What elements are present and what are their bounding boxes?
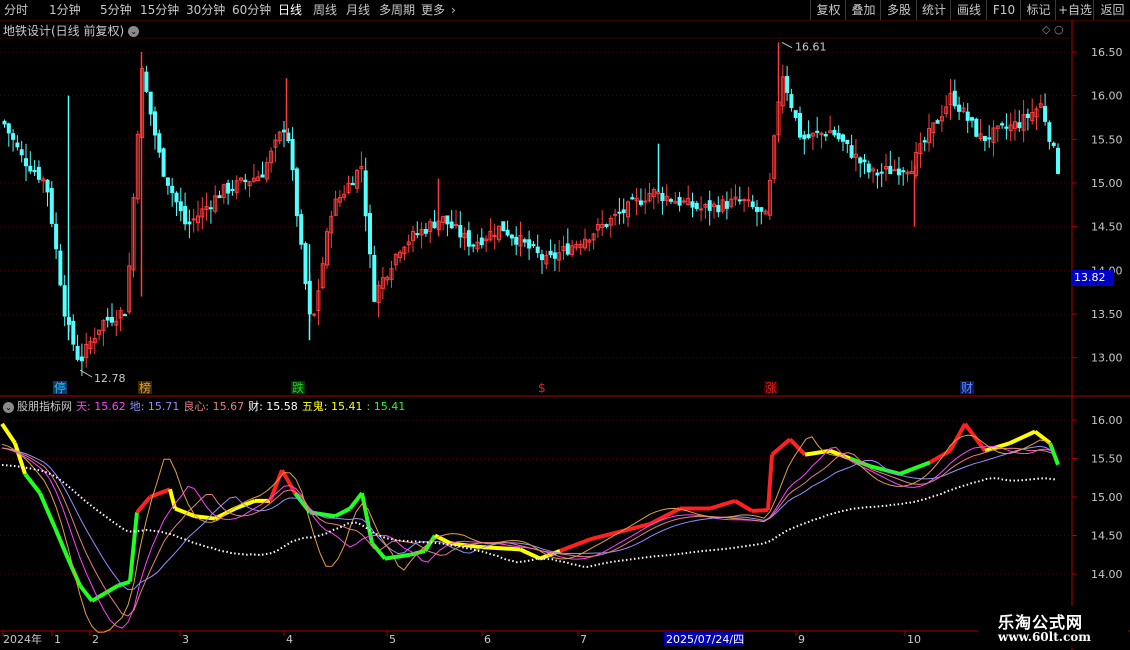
time-label-2: 2 xyxy=(92,633,99,646)
earth-line xyxy=(1,445,1053,591)
main-line-seg-19 xyxy=(268,469,284,502)
watermark-url: www.60lt.com xyxy=(998,630,1091,644)
current-price-tag: 13.82 xyxy=(1071,270,1114,286)
candlesticks: 16.61 12.78 停 榜 跌 $ 涨 财 xyxy=(2,40,1060,395)
time-label-7: 7 xyxy=(580,633,587,646)
main-line-seg-43 xyxy=(766,454,774,511)
main-line-seg-26 xyxy=(370,541,387,560)
main-line-seg-32 xyxy=(479,545,521,552)
ind-tick-label-3: 14.50 xyxy=(1091,530,1123,543)
main-line-seg-23 xyxy=(334,506,351,519)
indicator-name: 股朋指标网 xyxy=(17,400,72,413)
ind-tick-label-0: 16.00 xyxy=(1091,414,1123,427)
time-label-9: 10 xyxy=(907,633,921,646)
main-line-seg-42 xyxy=(751,508,769,513)
main-line-seg-55 xyxy=(1009,429,1036,445)
main-line-seg-50 xyxy=(899,460,931,476)
indicator-value-2: 良心: 15.67 xyxy=(183,400,245,413)
main-tick-label-4: 14.50 xyxy=(1091,221,1123,234)
main-line-seg-33 xyxy=(519,547,541,561)
main-tick-label-3: 15.00 xyxy=(1091,177,1123,190)
main-line-seg-11 xyxy=(135,495,152,514)
main-line-seg-36 xyxy=(589,529,621,542)
main-line-seg-27 xyxy=(384,552,411,561)
main-line-seg-40 xyxy=(709,498,736,511)
main-panel-title: 地铁设计(日线 前复权) xyxy=(3,24,125,38)
indicator-chevron-icon[interactable]: ⌄ xyxy=(3,401,14,413)
main-tick-label-0: 16.50 xyxy=(1091,46,1123,59)
indicator-value-1: 地: 15.71 xyxy=(129,400,180,413)
chevron-down-icon[interactable]: ⌄ xyxy=(128,26,140,37)
main-panel-header: 地铁设计(日线 前复权) ⌄ xyxy=(3,22,140,39)
main-line-seg-44 xyxy=(770,437,792,457)
stock-chart[interactable]: 16.61 12.78 停 榜 跌 $ 涨 财 16.50 16.00 15.50 15.00 14.… xyxy=(0,0,1130,650)
time-label-8: 9 xyxy=(798,633,805,646)
time-label-6: 6 xyxy=(484,633,491,646)
grid-lines xyxy=(0,20,1130,650)
marker-2: 跌 xyxy=(292,380,304,395)
main-line-seg-6 xyxy=(78,584,94,603)
indicator-lines xyxy=(0,422,1060,633)
main-line-seg-35 xyxy=(559,537,591,553)
marker-4: 涨 xyxy=(765,380,777,395)
orange-line xyxy=(1,434,1053,633)
main-tick-label-2: 15.50 xyxy=(1091,133,1123,146)
main-tick-label-6: 13.50 xyxy=(1091,308,1123,321)
indicator-value-3: 财: 15.58 xyxy=(248,400,298,413)
time-label-3: 3 xyxy=(182,633,189,646)
time-label-1: 1 xyxy=(54,633,61,646)
main-line-seg-57 xyxy=(1048,442,1060,466)
marker-1: 榜 xyxy=(139,380,151,395)
main-line-seg-0 xyxy=(0,422,17,445)
high-pointer xyxy=(781,41,793,49)
indicator-value-0: 天: 15.62 xyxy=(76,400,126,413)
ind-tick-label-2: 15.00 xyxy=(1091,491,1123,504)
marker-0: 停 xyxy=(54,380,66,395)
indicator-header: ⌄ 股朋指标网 天: 15.62 地: 15.71 良心: 15.67 财: 15.58 五… xyxy=(3,398,409,414)
time-label-4: 4 xyxy=(286,633,293,646)
high-price-label: 16.61 xyxy=(795,40,827,53)
ind-tick-label-1: 15.50 xyxy=(1091,453,1123,466)
main-line-seg-29 xyxy=(423,534,437,552)
main-tick-label-1: 16.00 xyxy=(1091,90,1123,103)
main-line-seg-41 xyxy=(733,499,754,513)
diamond-icon[interactable]: ◇ ○ xyxy=(1042,23,1064,36)
ind-tick-label-4: 14.00 xyxy=(1091,568,1123,581)
main-line-seg-52 xyxy=(948,422,967,452)
low-price-label: 12.78 xyxy=(94,372,126,385)
indicator-value-4: 五鬼: 15.41 xyxy=(301,400,363,413)
marker-5: 财 xyxy=(961,381,973,395)
crosshair-date: 2025/07/24/四 xyxy=(666,633,744,646)
marker-3: $ xyxy=(538,381,546,395)
indicator-value-5: : 15.41 xyxy=(366,400,406,413)
axes: 16.50 16.00 15.50 15.00 14.50 14.00 13.50 13.00… xyxy=(2,46,1123,646)
main-line-seg-2 xyxy=(23,472,42,495)
time-label-0: 2024年 xyxy=(3,632,42,646)
main-tick-label-7: 13.00 xyxy=(1091,352,1123,365)
time-label-5: 5 xyxy=(389,633,396,646)
main-line-seg-4 xyxy=(53,527,70,560)
main-line-seg-13 xyxy=(168,488,177,510)
